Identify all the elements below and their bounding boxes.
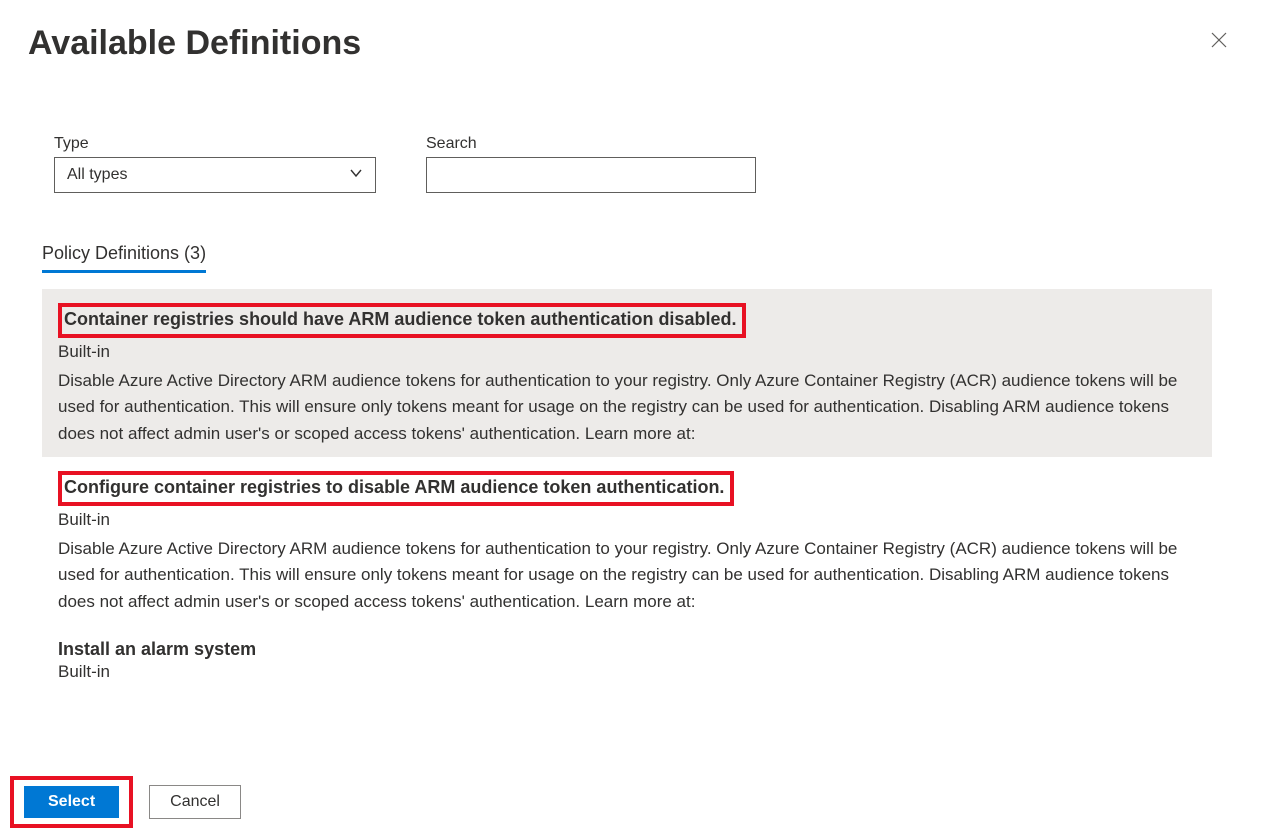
policy-description: Disable Azure Active Directory ARM audie…	[58, 368, 1196, 447]
select-button[interactable]: Select	[24, 786, 119, 818]
policy-title: Install an alarm system	[58, 639, 256, 660]
panel-header: Available Definitions	[28, 20, 1233, 63]
search-input[interactable]	[426, 157, 756, 193]
policy-list-scroll[interactable]: Container registries should have ARM aud…	[42, 289, 1230, 749]
type-select-value: All types	[67, 166, 127, 184]
tab-policy-definitions[interactable]: Policy Definitions (3)	[42, 243, 206, 273]
policy-title: Container registries should have ARM aud…	[64, 309, 736, 330]
annotation-highlight: Container registries should have ARM aud…	[58, 303, 746, 338]
policy-type: Built-in	[58, 342, 1196, 362]
policy-list-container: Container registries should have ARM aud…	[42, 289, 1230, 749]
policy-item[interactable]: Configure container registries to disabl…	[42, 457, 1212, 625]
cancel-button[interactable]: Cancel	[149, 785, 241, 819]
page-title: Available Definitions	[28, 24, 361, 63]
annotation-highlight: Select	[10, 776, 133, 828]
filters-row: Type All types Search	[54, 135, 1233, 193]
policy-item[interactable]: Container registries should have ARM aud…	[42, 289, 1212, 457]
search-filter-group: Search	[426, 135, 756, 193]
policy-description: Disable Azure Active Directory ARM audie…	[58, 536, 1196, 615]
annotation-highlight: Configure container registries to disabl…	[58, 471, 734, 506]
tabs-row: Policy Definitions (3)	[42, 243, 1233, 273]
policy-item[interactable]: Install an alarm system Built-in	[42, 625, 1212, 698]
type-filter-group: Type All types	[54, 135, 376, 193]
policy-type: Built-in	[58, 510, 1196, 530]
policy-type: Built-in	[58, 662, 1196, 682]
close-icon[interactable]	[1205, 26, 1233, 57]
type-select[interactable]: All types	[54, 157, 376, 193]
policy-title: Configure container registries to disabl…	[64, 477, 724, 498]
type-label: Type	[54, 135, 376, 153]
available-definitions-panel: Available Definitions Type All types Sea…	[0, 0, 1261, 828]
chevron-down-icon	[349, 166, 363, 185]
search-label: Search	[426, 135, 756, 153]
footer-actions: Select Cancel	[10, 776, 241, 828]
